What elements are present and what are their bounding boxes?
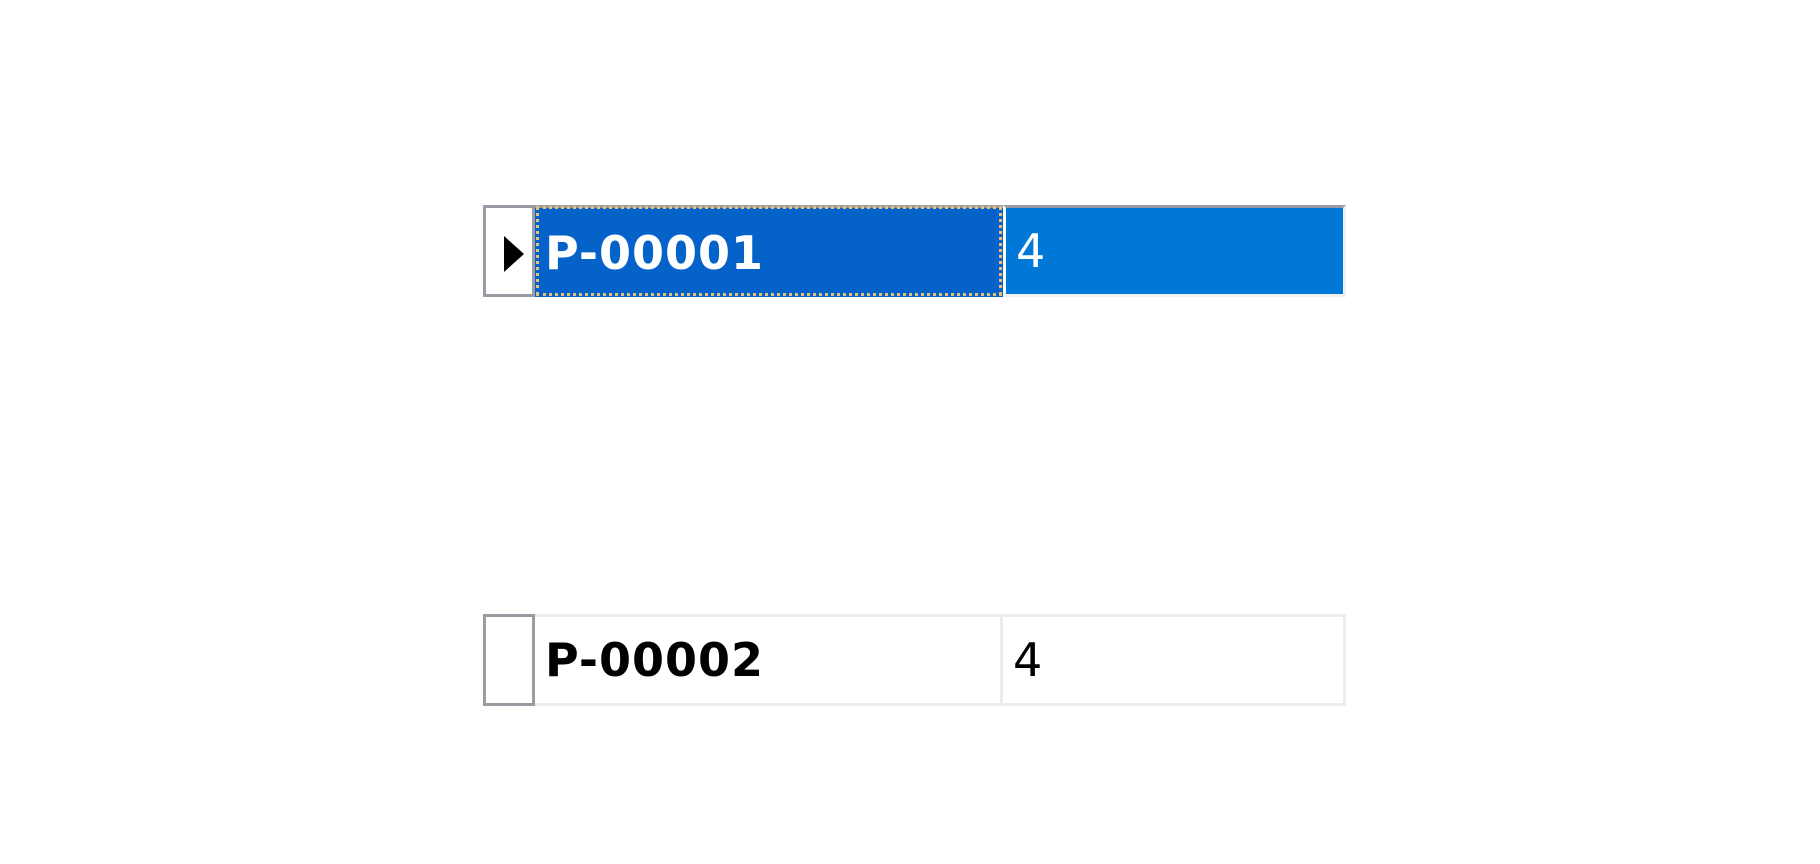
table-row-selected[interactable]: P-00001 4: [483, 205, 1346, 297]
id-cell[interactable]: P-00002: [535, 614, 1003, 706]
value-cell[interactable]: 4: [1003, 205, 1346, 297]
row-header[interactable]: [483, 205, 535, 297]
current-row-arrow-icon: [504, 236, 524, 272]
id-cell[interactable]: P-00001: [535, 205, 1003, 297]
value-cell[interactable]: 4: [1003, 614, 1346, 706]
table-row[interactable]: P-00002 4: [483, 614, 1346, 706]
row-header[interactable]: [483, 614, 535, 706]
